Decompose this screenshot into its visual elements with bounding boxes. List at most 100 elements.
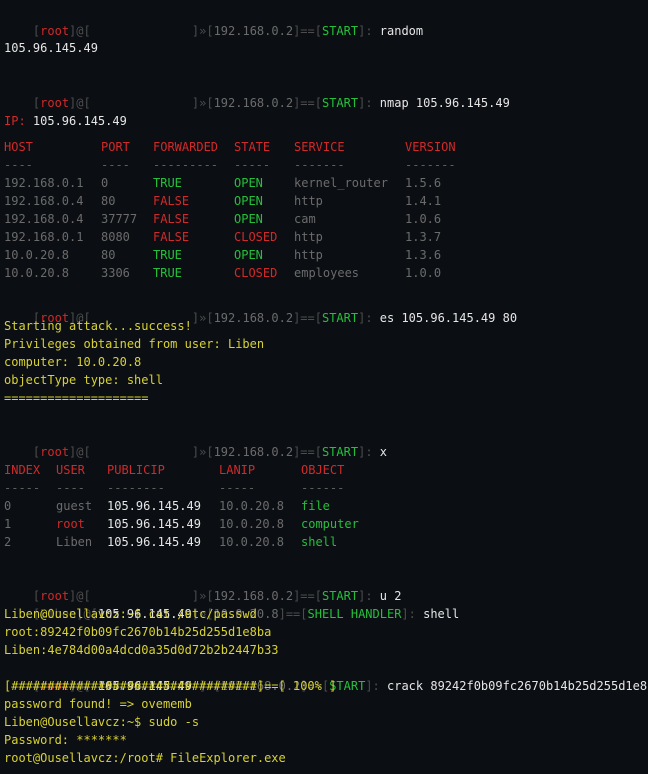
table-row: 1 root 105.96.145.49 10.0.20.8 computer [4, 515, 644, 533]
prompt-line: [root]@[ ]»[192.168.0.2]==[START]: nmap … [4, 76, 510, 110]
prompt-line: [root]@[ ]»[192.168.0.2]==[START]: es 10… [4, 291, 517, 325]
prompt-close: ]: [358, 311, 380, 325]
object-type-label: objectType type: [4, 373, 120, 387]
prompt-close: ]: [358, 24, 380, 38]
prompt-line: [root]@[ ]»[192.168.0.2]==[START]: u 2 [4, 569, 402, 603]
prompt-ip: 192.168.0.2 [213, 311, 294, 325]
divider: ----- [219, 481, 256, 495]
session-line: root:89242f0b09fc2670b14b25d255d1e8ba [4, 625, 272, 639]
cell-object: file [301, 499, 330, 513]
cell-port: 80 [101, 248, 116, 262]
divider: -------- [107, 481, 165, 495]
cell-host: 192.168.0.4 [4, 212, 84, 226]
users-header-publicip: PUBLICIP [107, 463, 165, 477]
cell-lanip: 10.0.20.8 [219, 535, 285, 549]
cell-version: 1.4.1 [405, 194, 442, 208]
cell-service: http [294, 248, 323, 262]
divider: ---- [101, 158, 130, 172]
users-header-object: OBJECT [301, 463, 345, 477]
terminal-window[interactable]: [root]@[ ]»[192.168.0.2]==[START]: rando… [0, 0, 648, 774]
cell-user: guest [56, 499, 93, 513]
prompt-close: ]: [358, 96, 380, 110]
prompt-line: [root]@[ ]»[192.168.0.2]==[START]: rando… [4, 4, 423, 38]
nmap-header-row: HOST PORT FORWARDED STATE SERVICE VERSIO… [4, 138, 644, 156]
users-divider-row: ----- ---- -------- ----- ------ [4, 479, 644, 497]
cell-port: 0 [101, 176, 109, 190]
attack-separator: ==================== [4, 391, 149, 405]
computer-label: computer: [4, 355, 70, 369]
cell-service: http [294, 194, 323, 208]
table-row: 192.168.0.1 0 TRUE OPEN kernel_router 1.… [4, 174, 644, 192]
cell-object: computer [301, 517, 359, 531]
prompt-start: START [321, 445, 359, 459]
prompt-line: [root]@[ 105.96.145.49 ]»[192.168.0.2]==… [4, 659, 648, 693]
users-header-index: INDEX [4, 463, 41, 477]
password-found-line: password found! => ovememb [4, 697, 192, 711]
nmap-header-port: PORT [101, 140, 130, 154]
table-row: 192.168.0.1 8080 FALSE CLOSED http 1.3.7 [4, 228, 644, 246]
cell-service: kernel_router [294, 176, 388, 190]
divider: ------- [294, 158, 345, 172]
cell-index: 2 [4, 535, 12, 549]
cell-forwarded: TRUE [153, 266, 182, 280]
prompt-arrow: ]»[ [191, 24, 214, 38]
table-row: 0 guest 105.96.145.49 10.0.20.8 file [4, 497, 644, 515]
command-text: es 105.96.145.49 80 [379, 311, 518, 325]
prompt-ip: 192.168.0.2 [213, 445, 294, 459]
object-type-value: shell [119, 373, 163, 387]
output-line: IP: 105.96.145.49 [4, 112, 127, 130]
prompt-close: ]: [358, 445, 380, 459]
cell-version: 1.3.7 [405, 230, 442, 244]
cell-publicip: 105.96.145.49 [107, 517, 201, 531]
command-text: nmap 105.96.145.49 [379, 96, 510, 110]
nmap-header-state: STATE [234, 140, 271, 154]
prompt-equals: ]==[ [293, 311, 322, 325]
cell-publicip: 105.96.145.49 [107, 499, 201, 513]
prompt-line: [root]@[ ]»[192.168.0.2]==[START]: x [4, 425, 387, 459]
cell-service: employees [294, 266, 360, 280]
prompt-close: ]: [401, 607, 424, 621]
nmap-header-host: HOST [4, 140, 33, 154]
output-line: 105.96.145.49 [4, 41, 98, 55]
cell-version: 1.5.6 [405, 176, 442, 190]
attack-line: computer: 10.0.20.8 [4, 353, 141, 371]
prompt-separator: ]@[ [69, 96, 91, 110]
ip-value: 105.96.145.49 [25, 114, 127, 128]
cell-forwarded: FALSE [153, 230, 190, 244]
prompt-start: START [321, 24, 359, 38]
table-row: 192.168.0.4 80 FALSE OPEN http 1.4.1 [4, 192, 644, 210]
root-prompt[interactable]: root@Ousellavcz:/root# FileExplorer.exe [4, 749, 286, 767]
command-text: shell [423, 607, 460, 621]
cell-forwarded: FALSE [153, 212, 190, 226]
prompt-ip: 192.168.0.2 [213, 24, 294, 38]
cell-forwarded: TRUE [153, 248, 182, 262]
table-row: 10.0.20.8 80 TRUE OPEN http 1.3.6 [4, 246, 644, 264]
cell-state: OPEN [234, 176, 263, 190]
table-row: 2 Liben 105.96.145.49 10.0.20.8 shell [4, 533, 644, 551]
ip-label: IP: [4, 114, 26, 128]
cell-lanip: 10.0.20.8 [219, 517, 285, 531]
prompt-start: START [321, 311, 359, 325]
cell-index: 1 [4, 517, 12, 531]
divider: ----- [234, 158, 271, 172]
users-header-user: USER [56, 463, 85, 477]
cell-user: root [56, 517, 85, 531]
prompt-arrow: ]»[ [191, 311, 214, 325]
table-row: 10.0.20.8 3306 TRUE CLOSED employees 1.0… [4, 264, 644, 282]
cell-version: 1.3.6 [405, 248, 442, 262]
prompt-arrow: ]»[ [191, 445, 214, 459]
cell-forwarded: TRUE [153, 176, 182, 190]
prompt-equals: ]==[ [293, 445, 322, 459]
command-text: crack 89242f0b09fc2670b14b25d255d1e8ba [387, 679, 648, 693]
prompt-separator: ]@[ [69, 445, 91, 459]
cell-host: 10.0.20.8 [4, 266, 70, 280]
cell-host: 192.168.0.1 [4, 176, 84, 190]
cell-forwarded: FALSE [153, 194, 190, 208]
cell-port: 8080 [101, 230, 130, 244]
divider: ---- [4, 158, 33, 172]
cell-lanip: 10.0.20.8 [219, 499, 285, 513]
divider: ------ [301, 481, 345, 495]
cell-object: shell [301, 535, 338, 549]
prompt-spacer [91, 96, 192, 110]
command-text: random [379, 24, 424, 38]
